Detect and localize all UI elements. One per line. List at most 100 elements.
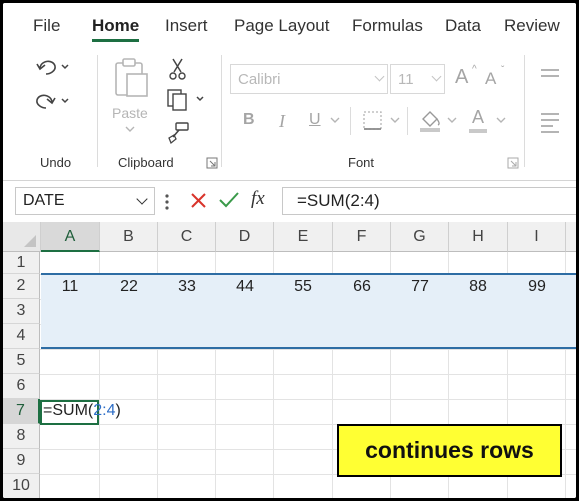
cell-c2[interactable]: 33: [158, 278, 216, 296]
format-painter-icon[interactable]: [167, 121, 191, 145]
grow-caret-icon: ^: [472, 64, 477, 75]
italic-button[interactable]: I: [279, 111, 285, 132]
gridline: [40, 374, 576, 375]
name-box-value: DATE: [23, 192, 65, 209]
clipboard-launcher-icon[interactable]: [206, 157, 218, 169]
borders-icon[interactable]: [361, 109, 385, 133]
ribbon-separator: [407, 107, 408, 135]
column-header-e[interactable]: E: [274, 222, 333, 252]
column-header-i[interactable]: I: [508, 222, 566, 252]
row-header-9[interactable]: 9: [3, 449, 40, 474]
font-size-select[interactable]: 11: [390, 64, 445, 94]
chevron-down-icon: [136, 193, 148, 205]
tab-home[interactable]: Home: [92, 16, 139, 36]
tab-data[interactable]: Data: [445, 16, 481, 36]
formula-suffix: ): [115, 402, 121, 419]
column-header-g[interactable]: G: [391, 222, 449, 252]
bold-button[interactable]: B: [243, 111, 255, 129]
cell-f2[interactable]: 66: [333, 278, 391, 296]
chevron-down-icon: [431, 71, 442, 82]
chevron-down-icon: [374, 71, 385, 82]
fill-color-icon[interactable]: [417, 107, 443, 133]
ribbon-tabs: File Home Insert Page Layout Formulas Da…: [3, 3, 576, 43]
shrink-caret-icon: ˇ: [501, 65, 505, 76]
underline-dropdown-icon[interactable]: [328, 115, 342, 125]
insert-function-icon[interactable]: fx: [251, 188, 265, 210]
cell-i2[interactable]: 99: [508, 278, 566, 296]
column-header-f[interactable]: F: [333, 222, 391, 252]
cell-e2[interactable]: 55: [274, 278, 332, 296]
formula-actions: fx: [163, 187, 278, 215]
font-name-select[interactable]: Calibri: [230, 64, 388, 94]
column-header-h[interactable]: H: [449, 222, 508, 252]
tab-formulas[interactable]: Formulas: [352, 16, 423, 36]
cell-a7-formula: =SUM(2:4): [43, 402, 121, 420]
cell-b2[interactable]: 22: [100, 278, 158, 296]
row-header-3[interactable]: 3: [3, 299, 40, 324]
column-header-j[interactable]: [566, 222, 576, 252]
decrease-font-size-icon[interactable]: A: [485, 69, 496, 89]
undo-group-label: Undo: [40, 155, 72, 170]
annotation-callout: continues rows: [337, 424, 562, 477]
paste-icon[interactable]: [113, 57, 149, 99]
row-header-4[interactable]: 4: [3, 324, 40, 349]
redo-icon[interactable]: [35, 90, 69, 112]
select-all-triangle-icon: [24, 235, 36, 247]
formula-reference: 2:4: [93, 402, 116, 419]
enter-check-icon[interactable]: [217, 190, 241, 210]
font-launcher-icon[interactable]: [507, 157, 519, 169]
cut-icon[interactable]: [167, 57, 189, 81]
row-header-7[interactable]: 7: [3, 399, 40, 424]
increase-font-size-icon[interactable]: A: [455, 66, 468, 89]
fill-color-dropdown-icon[interactable]: [445, 115, 459, 125]
column-header-a[interactable]: A: [41, 222, 100, 252]
row-header-8[interactable]: 8: [3, 424, 40, 449]
column-header-d[interactable]: D: [216, 222, 274, 252]
row-header-5[interactable]: 5: [3, 349, 40, 374]
undo-icon[interactable]: [35, 56, 69, 78]
excel-window: File Home Insert Page Layout Formulas Da…: [3, 3, 576, 498]
formula-bar: DATE fx =SUM(2:4): [3, 181, 576, 221]
tab-file[interactable]: File: [33, 16, 60, 36]
ribbon-divider: [524, 55, 525, 167]
ribbon: Undo Paste Clipboard Calibri 11 A ^ A ˇ …: [3, 43, 576, 181]
cell-a2[interactable]: 11: [41, 278, 99, 296]
tab-review[interactable]: Review: [504, 16, 560, 36]
paste-dropdown-icon[interactable]: [124, 125, 136, 133]
font-group-label: Font: [348, 155, 375, 170]
more-options-icon[interactable]: [163, 192, 173, 212]
formula-text: =SUM(2:4): [297, 191, 380, 210]
row-header-1[interactable]: 1: [3, 252, 40, 274]
gridline: [40, 349, 576, 350]
font-size-value: 11: [398, 71, 414, 88]
font-color-dropdown-icon[interactable]: [494, 115, 508, 125]
row-header-10[interactable]: 10: [3, 474, 40, 498]
align-top-icon[interactable]: [541, 69, 559, 81]
column-header-c[interactable]: C: [158, 222, 216, 252]
font-color-swatch: [469, 129, 487, 133]
formula-input[interactable]: =SUM(2:4): [282, 187, 576, 215]
worksheet-grid[interactable]: A B C D E F G H I 1 2 3 4 5 6 7 8 9 10 1…: [3, 222, 576, 498]
underline-button[interactable]: U: [309, 111, 321, 129]
copy-icon[interactable]: [165, 88, 209, 112]
select-all-corner[interactable]: [3, 222, 41, 252]
tab-page-layout[interactable]: Page Layout: [234, 16, 329, 36]
row-header-2[interactable]: 2: [3, 274, 40, 299]
cell-h2[interactable]: 88: [449, 278, 507, 296]
gridline: [40, 399, 576, 400]
cancel-icon[interactable]: [189, 191, 209, 211]
borders-dropdown-icon[interactable]: [388, 115, 402, 125]
font-color-button[interactable]: A: [472, 107, 484, 128]
column-header-b[interactable]: B: [100, 222, 158, 252]
paste-label[interactable]: Paste: [112, 105, 148, 121]
clipboard-group-label: Clipboard: [118, 155, 174, 170]
font-name-value: Calibri: [238, 71, 281, 88]
cell-d2[interactable]: 44: [216, 278, 274, 296]
align-left-icon[interactable]: [541, 113, 559, 137]
name-box[interactable]: DATE: [15, 187, 155, 215]
row-header-6[interactable]: 6: [3, 374, 40, 399]
cell-g2[interactable]: 77: [391, 278, 449, 296]
tab-insert[interactable]: Insert: [165, 16, 208, 36]
ribbon-divider: [221, 55, 222, 167]
ribbon-divider: [97, 55, 98, 167]
